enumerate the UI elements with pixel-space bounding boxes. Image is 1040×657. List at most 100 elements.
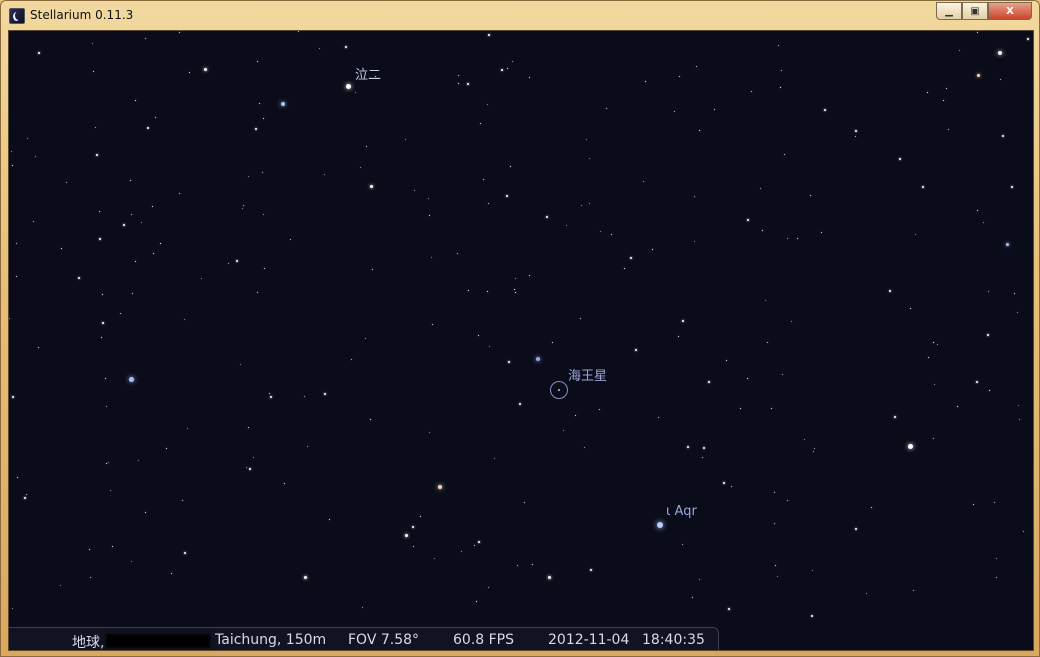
star[interactable] — [487, 290, 489, 292]
star[interactable] — [134, 260, 136, 262]
star[interactable] — [932, 342, 934, 344]
star[interactable] — [109, 490, 111, 492]
star[interactable] — [456, 253, 458, 255]
star[interactable] — [926, 92, 928, 94]
star[interactable] — [181, 500, 183, 502]
star[interactable] — [108, 462, 110, 464]
star[interactable] — [589, 569, 592, 572]
star[interactable] — [751, 91, 753, 93]
star[interactable] — [235, 260, 238, 263]
star[interactable] — [657, 522, 663, 528]
star[interactable] — [855, 527, 858, 530]
star[interactable] — [784, 153, 786, 155]
star[interactable] — [811, 614, 814, 617]
star[interactable] — [989, 389, 991, 391]
star[interactable] — [993, 501, 995, 503]
star[interactable] — [160, 243, 162, 245]
star[interactable] — [405, 139, 407, 140]
star[interactable] — [179, 32, 180, 34]
star[interactable] — [27, 138, 29, 140]
star[interactable] — [523, 501, 525, 503]
star[interactable] — [574, 415, 576, 417]
star[interactable] — [766, 341, 768, 343]
star[interactable] — [583, 446, 585, 448]
star[interactable] — [66, 181, 68, 183]
star[interactable] — [889, 290, 892, 293]
close-button[interactable]: X — [988, 2, 1032, 20]
star[interactable] — [551, 342, 553, 344]
star[interactable] — [355, 92, 357, 94]
star[interactable] — [996, 577, 998, 579]
star[interactable] — [488, 34, 490, 36]
star[interactable] — [130, 213, 132, 215]
star[interactable] — [708, 381, 711, 384]
sky-view[interactable]: 泣二 海王星 ι Aqr 地球, Taichung, 150m FOV 7.58… — [8, 30, 1034, 651]
star[interactable] — [693, 241, 695, 243]
star[interactable] — [764, 299, 766, 301]
star[interactable] — [151, 205, 153, 207]
star[interactable] — [105, 378, 107, 380]
star-label-iota-aqr[interactable]: ι Aqr — [666, 504, 697, 519]
star[interactable] — [372, 268, 374, 270]
star[interactable] — [17, 476, 19, 478]
star[interactable] — [823, 109, 826, 112]
title-bar[interactable]: Stellarium 0.11.3 ▁ ▣ X — [1, 1, 1039, 30]
star[interactable] — [682, 543, 684, 545]
star[interactable] — [674, 110, 676, 112]
star[interactable] — [102, 321, 105, 324]
star[interactable] — [239, 364, 241, 366]
star[interactable] — [942, 99, 944, 101]
star[interactable] — [775, 565, 777, 567]
star[interactable] — [907, 443, 913, 449]
star[interactable] — [945, 87, 947, 89]
star[interactable] — [780, 69, 782, 71]
star[interactable] — [1013, 293, 1015, 295]
star[interactable] — [630, 256, 633, 259]
star[interactable] — [16, 276, 18, 278]
star[interactable] — [106, 406, 108, 408]
star[interactable] — [644, 81, 646, 83]
star[interactable] — [790, 321, 792, 323]
star[interactable] — [581, 204, 583, 206]
star[interactable] — [934, 384, 936, 386]
star[interactable] — [429, 214, 431, 216]
star[interactable] — [329, 519, 331, 521]
star[interactable] — [698, 129, 700, 131]
star[interactable] — [323, 393, 326, 396]
star[interactable] — [528, 274, 530, 276]
star[interactable] — [486, 104, 488, 106]
star[interactable] — [855, 135, 857, 137]
star[interactable] — [713, 109, 715, 111]
star[interactable] — [304, 395, 306, 397]
star[interactable] — [248, 426, 250, 428]
star[interactable] — [323, 173, 325, 175]
star[interactable] — [227, 262, 229, 264]
star[interactable] — [105, 462, 107, 464]
star[interactable] — [599, 231, 601, 233]
star[interactable] — [487, 586, 489, 588]
star[interactable] — [38, 347, 40, 349]
star[interactable] — [865, 593, 867, 595]
star[interactable] — [430, 256, 432, 258]
star[interactable] — [257, 60, 259, 62]
star[interactable] — [1016, 312, 1018, 314]
star[interactable] — [263, 214, 265, 216]
star[interactable] — [814, 448, 816, 450]
star[interactable] — [131, 560, 133, 562]
star[interactable] — [975, 381, 978, 384]
star[interactable] — [88, 549, 90, 551]
star[interactable] — [932, 438, 934, 440]
star[interactable] — [996, 557, 997, 559]
star[interactable] — [698, 578, 700, 580]
star[interactable] — [147, 127, 150, 130]
star[interactable] — [589, 157, 591, 159]
star[interactable] — [922, 186, 925, 189]
star[interactable] — [976, 209, 978, 211]
star[interactable] — [1018, 419, 1020, 421]
star[interactable] — [404, 533, 408, 537]
star[interactable] — [243, 205, 245, 207]
selection-marker-icon[interactable] — [550, 381, 568, 399]
star[interactable] — [179, 193, 181, 195]
star[interactable] — [12, 607, 14, 609]
star[interactable] — [23, 497, 26, 500]
